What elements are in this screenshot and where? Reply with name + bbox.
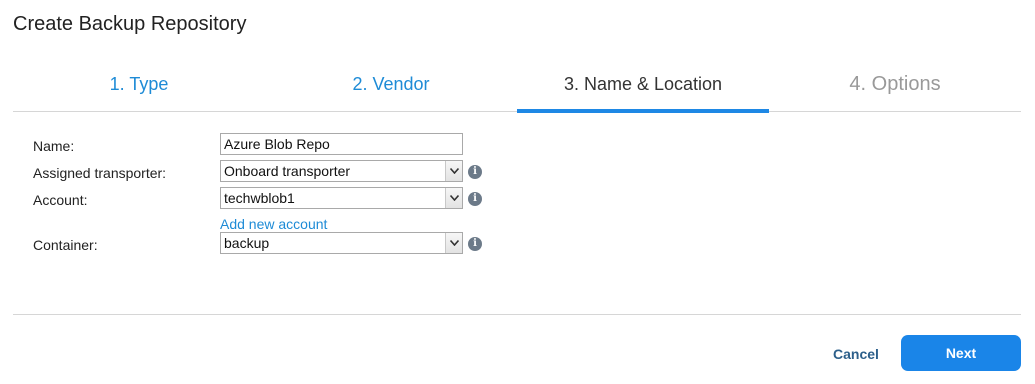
active-step-indicator <box>517 109 769 113</box>
add-new-account-link[interactable]: Add new account <box>220 216 327 232</box>
container-value: backup <box>224 235 270 251</box>
step-type-label: 1. Type <box>109 74 169 94</box>
container-label: Container: <box>33 237 98 253</box>
chevron-down-icon[interactable] <box>445 233 462 253</box>
dialog-title: Create Backup Repository <box>13 13 247 35</box>
step-name-location-label: 3. Name & Location <box>563 74 723 94</box>
account-value: techwblob1 <box>224 190 295 206</box>
step-options-label: 4. Options <box>849 73 941 95</box>
cancel-button[interactable]: Cancel <box>820 337 892 371</box>
step-vendor-label: 2. Vendor <box>352 74 430 94</box>
transporter-info-icon[interactable]: i <box>468 165 482 179</box>
transporter-label: Assigned transporter: <box>33 165 167 181</box>
account-select[interactable]: techwblob1 <box>220 187 463 209</box>
step-type[interactable]: 1. Type <box>13 66 265 112</box>
account-label: Account: <box>33 192 88 208</box>
chevron-down-icon[interactable] <box>445 161 462 181</box>
name-label: Name: <box>33 138 75 154</box>
next-button[interactable]: Next <box>901 335 1021 371</box>
footer-divider <box>13 314 1021 315</box>
wizard-steps: 1. Type 2. Vendor 3. Name & Location 4. … <box>13 66 1021 113</box>
transporter-select[interactable]: Onboard transporter <box>220 160 463 182</box>
transporter-value: Onboard transporter <box>224 163 351 179</box>
name-input[interactable]: Azure Blob Repo <box>220 133 463 155</box>
chevron-down-icon[interactable] <box>445 188 462 208</box>
step-options: 4. Options <box>769 66 1021 112</box>
step-name-location[interactable]: 3. Name & Location <box>517 66 769 113</box>
container-info-icon[interactable]: i <box>468 237 482 251</box>
account-info-icon[interactable]: i <box>468 192 482 206</box>
step-vendor[interactable]: 2. Vendor <box>265 66 517 112</box>
container-select[interactable]: backup <box>220 232 463 254</box>
